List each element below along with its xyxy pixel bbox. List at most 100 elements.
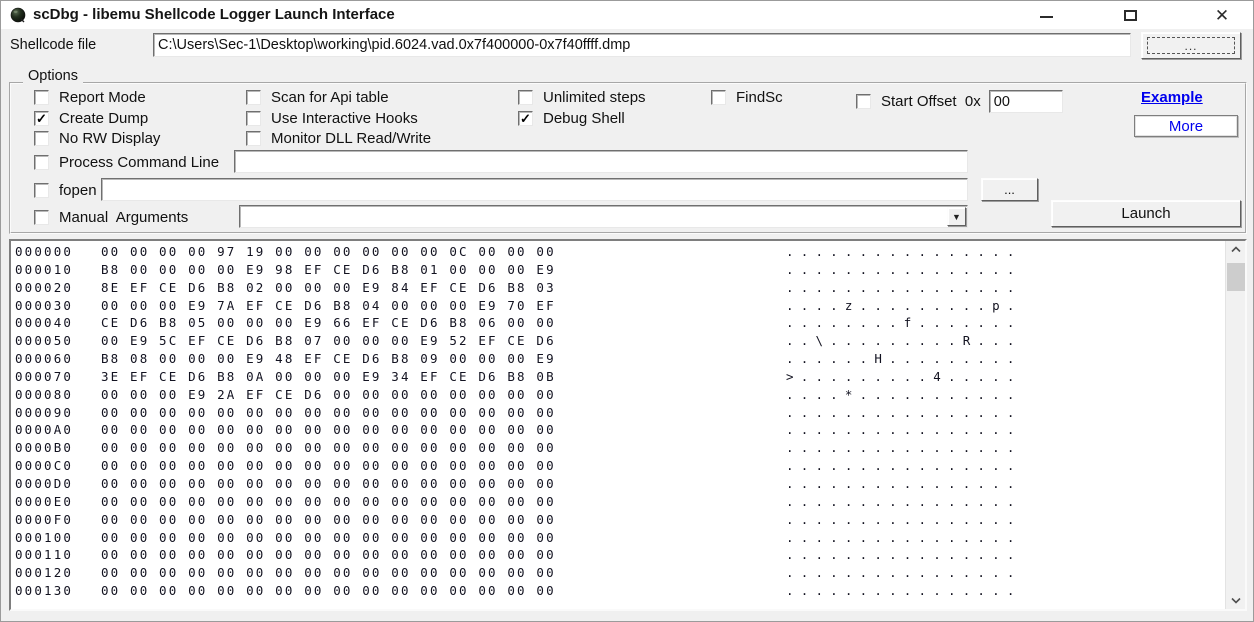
hex-offset: 000040 — [15, 315, 73, 330]
hex-ascii: ................ — [786, 244, 1022, 259]
hex-offset: 0000C0 — [15, 458, 73, 473]
process-command-line-input[interactable] — [234, 150, 968, 173]
checkbox[interactable]: ✓ — [518, 111, 533, 126]
maximize-button[interactable] — [1107, 1, 1153, 29]
hex-ascii: ..\.........R... — [786, 333, 1022, 348]
hex-bytes: B8 08 00 00 00 E9 48 EF CE D6 B8 09 00 0… — [101, 351, 556, 366]
fopen-input[interactable] — [101, 178, 968, 201]
start-offset-input[interactable] — [989, 90, 1063, 113]
options-legend: Options — [23, 68, 83, 84]
browse-file-button[interactable]: ... — [1141, 32, 1241, 59]
checkbox-row: No RW Display — [34, 131, 160, 146]
scrollbar-thumb[interactable] — [1227, 263, 1245, 291]
scroll-up-icon[interactable] — [1226, 241, 1245, 258]
hex-bytes: 00 00 00 00 97 19 00 00 00 00 00 00 0C 0… — [101, 244, 556, 259]
checkbox-row: Report Mode — [34, 90, 160, 105]
hexdump-view[interactable]: 000000 00 00 00 00 97 19 00 00 00 00 00 0… — [9, 239, 1247, 611]
hex-bytes: 00 00 00 00 00 00 00 00 00 00 00 00 00 0… — [101, 440, 556, 455]
checkbox[interactable] — [711, 90, 726, 105]
hex-ascii: ................ — [786, 280, 1022, 295]
hex-row: 0000D0 00 00 00 00 00 00 00 00 00 00 00 0… — [11, 476, 1223, 494]
hex-row: 0000E000 00 00 00 00 00 00 00 00 00 00 0… — [11, 494, 1223, 512]
hex-offset: 000020 — [15, 280, 73, 295]
checkbox-row: Scan for Api table — [246, 90, 431, 105]
hex-ascii: ....z.........p. — [786, 298, 1022, 313]
hex-offset: 000010 — [15, 262, 73, 277]
checkbox-label: Use Interactive Hooks — [271, 110, 418, 127]
hex-row: 0000C000 00 00 00 00 00 00 00 00 00 00 0… — [11, 458, 1223, 476]
hex-ascii: ................ — [786, 547, 1022, 562]
start-offset-checkbox[interactable] — [856, 94, 871, 109]
checkbox[interactable] — [246, 90, 261, 105]
hex-bytes: 00 00 00 00 00 00 00 00 00 00 00 00 00 0… — [101, 512, 556, 527]
process-command-line-checkbox[interactable] — [34, 155, 49, 170]
start-offset-row: Start Offset 0x — [856, 90, 1063, 113]
checkbox[interactable] — [518, 90, 533, 105]
hex-row: 000060B8 08 00 00 00 E9 48 EF CE D6 B8 0… — [11, 351, 1223, 369]
checkbox[interactable]: ✓ — [34, 111, 49, 126]
hex-ascii: ................ — [786, 405, 1022, 420]
fopen-browse-button[interactable]: ... — [981, 178, 1038, 201]
hex-bytes: CE D6 B8 05 00 00 00 E9 66 EF CE D6 B8 0… — [101, 315, 556, 330]
hex-offset: 0000D0 — [15, 476, 73, 491]
more-button[interactable]: More — [1134, 115, 1238, 137]
checkbox-row: ✓ Debug Shell — [518, 111, 646, 126]
process-command-line-label: Process Command Line — [59, 154, 219, 171]
hex-row: 000020 8E EF CE D6 B8 02 00 00 00 E9 84 E… — [11, 280, 1223, 298]
close-button[interactable]: ✕ — [1199, 1, 1245, 29]
hex-bytes: 00 00 00 00 00 00 00 00 00 00 00 00 00 0… — [101, 422, 556, 437]
hex-row: 000010B8 00 00 00 00 E9 98 EF CE D6 B8 0… — [11, 262, 1223, 280]
hex-bytes: 00 00 00 00 00 00 00 00 00 00 00 00 00 0… — [101, 583, 556, 598]
hex-offset: 000000 — [15, 244, 73, 259]
checkbox-label: Unlimited steps — [543, 89, 646, 106]
vertical-scrollbar[interactable] — [1225, 241, 1245, 609]
hex-offset: 000030 — [15, 298, 73, 313]
checkbox-row: ✓ Create Dump — [34, 111, 160, 126]
hex-ascii: ................ — [786, 530, 1022, 545]
chevron-down-icon[interactable]: ▼ — [947, 207, 966, 226]
options-column-2: Scan for Api tableUse Interactive HooksM… — [246, 90, 431, 152]
app-icon — [10, 7, 26, 23]
checkbox-label: FindSc — [736, 89, 783, 106]
hex-offset: 000090 — [15, 405, 73, 420]
manual-arguments-combobox-field[interactable] — [239, 205, 968, 228]
manual-arguments-label: Manual Arguments — [59, 209, 188, 226]
shellcode-file-input[interactable] — [153, 33, 1131, 57]
options-column-4: FindSc — [711, 90, 783, 111]
hex-bytes: 00 00 00 00 00 00 00 00 00 00 00 00 00 0… — [101, 494, 556, 509]
hex-offset: 0000B0 — [15, 440, 73, 455]
hex-offset: 0000F0 — [15, 512, 73, 527]
browse-file-button-label: ... — [1147, 37, 1235, 54]
hex-ascii: ................ — [786, 476, 1022, 491]
checkbox[interactable] — [34, 131, 49, 146]
hex-ascii: ................ — [786, 565, 1022, 580]
hex-ascii: ................ — [786, 512, 1022, 527]
manual-arguments-combobox[interactable]: ▼ — [239, 205, 968, 228]
hex-offset: 000070 — [15, 369, 73, 384]
fopen-row: fopen — [34, 182, 97, 199]
hex-bytes: 8E EF CE D6 B8 02 00 00 00 E9 84 EF CE D… — [101, 280, 556, 295]
window-title: scDbg - libemu Shellcode Logger Launch I… — [33, 1, 395, 29]
hex-ascii: ................ — [786, 440, 1022, 455]
checkbox-label: Create Dump — [59, 110, 148, 127]
checkbox[interactable] — [246, 131, 261, 146]
scroll-down-icon[interactable] — [1226, 592, 1245, 609]
maximize-icon — [1124, 10, 1137, 21]
hex-ascii: >.........4..... — [786, 369, 1022, 384]
hex-bytes: 00 00 00 00 00 00 00 00 00 00 00 00 00 0… — [101, 476, 556, 491]
example-link[interactable]: Example — [1141, 89, 1203, 106]
hex-bytes: 00 00 00 00 00 00 00 00 00 00 00 00 00 0… — [101, 565, 556, 580]
hex-bytes: 00 00 00 E9 7A EF CE D6 B8 04 00 00 00 E… — [101, 298, 556, 313]
launch-button[interactable]: Launch — [1051, 200, 1241, 227]
app-window: scDbg - libemu Shellcode Logger Launch I… — [0, 0, 1254, 622]
options-column-1: Report Mode ✓ Create Dump No RW Display — [34, 90, 160, 152]
checkbox[interactable] — [246, 111, 261, 126]
fopen-checkbox[interactable] — [34, 183, 49, 198]
manual-arguments-checkbox[interactable] — [34, 210, 49, 225]
minimize-button[interactable] — [1023, 1, 1069, 29]
checkbox-label: Debug Shell — [543, 110, 625, 127]
hex-offset: 000120 — [15, 565, 73, 580]
checkbox[interactable] — [34, 90, 49, 105]
hex-offset: 000050 — [15, 333, 73, 348]
hex-content: 000000 00 00 00 00 97 19 00 00 00 00 00 0… — [11, 244, 1223, 609]
